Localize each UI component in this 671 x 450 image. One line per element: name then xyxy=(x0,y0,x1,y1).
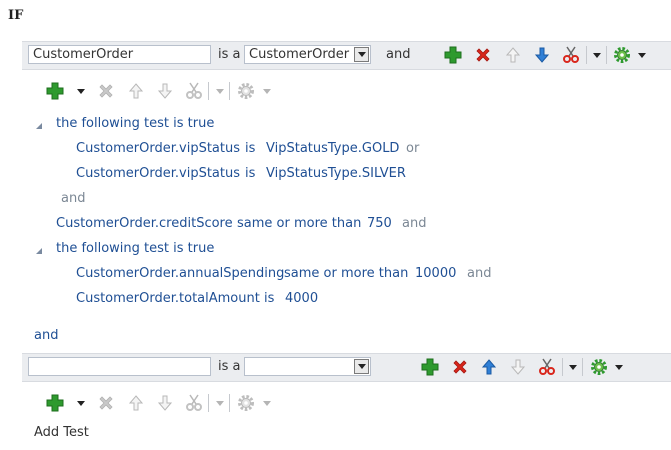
group-2-label[interactable]: the following test is true xyxy=(56,241,214,256)
test-operator[interactable]: is xyxy=(245,141,255,156)
condition-row-2: is a xyxy=(22,353,671,382)
cut-icon[interactable] xyxy=(562,46,580,64)
toolbar-separator xyxy=(208,82,209,100)
gear-dropdown-arrow-icon[interactable] xyxy=(614,358,624,376)
add-icon[interactable] xyxy=(421,358,439,376)
test-conjunction[interactable]: or xyxy=(406,141,419,156)
cut-icon xyxy=(186,82,202,99)
test-operator[interactable]: same or more than xyxy=(237,216,361,231)
test-left-operand[interactable]: CustomerOrder.totalAmount xyxy=(76,291,260,306)
condition-1-is-a-label: is a xyxy=(218,47,241,62)
move-up-icon xyxy=(128,83,144,99)
collapse-triangle-icon[interactable] xyxy=(36,248,42,254)
gear-icon[interactable] xyxy=(590,358,608,376)
test-left-operand[interactable]: CustomerOrder.creditScore xyxy=(56,216,233,231)
add-test-dropdown-arrow-icon[interactable] xyxy=(76,82,86,100)
toolbar-separator xyxy=(208,394,209,412)
add-test-icon[interactable] xyxy=(46,394,64,412)
move-down-icon xyxy=(157,83,173,99)
test-right-operand[interactable]: 10000 xyxy=(415,266,456,281)
condition-2-field-input[interactable] xyxy=(28,357,211,376)
toolbar-separator xyxy=(606,46,607,64)
condition-2-type-select[interactable] xyxy=(244,357,371,376)
delete-icon[interactable] xyxy=(474,46,492,64)
chevron-down-icon[interactable] xyxy=(354,47,369,62)
add-test-link[interactable]: Add Test xyxy=(34,425,89,440)
if-label: IF xyxy=(8,8,24,23)
dropdown-arrow-icon xyxy=(215,394,225,412)
condition-conjunction[interactable]: and xyxy=(34,328,58,343)
test-right-operand[interactable]: VipStatusType.SILVER xyxy=(266,166,406,181)
group-1-label[interactable]: the following test is true xyxy=(56,116,214,131)
add-test-dropdown-arrow-icon[interactable] xyxy=(76,394,86,412)
test-operator[interactable]: is xyxy=(245,166,255,181)
dropdown-arrow-icon xyxy=(215,82,225,100)
add-test-icon[interactable] xyxy=(46,82,64,100)
test-operator[interactable]: is xyxy=(264,291,274,306)
move-up-icon xyxy=(128,395,144,411)
test-left-operand[interactable]: CustomerOrder.vipStatus xyxy=(76,141,240,156)
test-operator[interactable]: same or more than xyxy=(284,266,408,281)
condition-1-field-input[interactable]: CustomerOrder xyxy=(28,45,211,64)
move-down-icon xyxy=(510,359,526,375)
dropdown-arrow-icon[interactable] xyxy=(568,358,578,376)
condition-1-type-select[interactable]: CustomerOrder xyxy=(244,45,371,64)
gear-icon[interactable] xyxy=(613,46,631,64)
delete-icon xyxy=(99,396,113,410)
group-conjunction[interactable]: and xyxy=(61,191,85,206)
test-right-operand[interactable]: 4000 xyxy=(285,291,318,306)
dropdown-arrow-icon[interactable] xyxy=(592,46,602,64)
move-down-icon[interactable] xyxy=(533,46,551,64)
delete-icon[interactable] xyxy=(451,358,469,376)
toolbar-separator xyxy=(562,358,563,376)
move-down-icon xyxy=(157,395,173,411)
toolbar-separator xyxy=(586,46,587,64)
move-up-icon xyxy=(505,47,521,63)
test-left-operand[interactable]: CustomerOrder.annualSpending xyxy=(76,266,284,281)
move-up-icon[interactable] xyxy=(480,358,498,376)
gear-icon xyxy=(238,83,254,99)
condition-2-is-a-label: is a xyxy=(218,359,241,374)
toolbar-separator xyxy=(229,394,230,412)
collapse-triangle-icon[interactable] xyxy=(36,123,42,129)
test-conjunction[interactable]: and xyxy=(467,266,491,281)
gear-dropdown-arrow-icon[interactable] xyxy=(637,46,647,64)
condition-row-1: CustomerOrder is a CustomerOrder and xyxy=(22,41,671,70)
gear-dropdown-arrow-icon xyxy=(262,394,272,412)
cut-icon xyxy=(186,394,202,411)
gear-dropdown-arrow-icon xyxy=(262,82,272,100)
toolbar-separator xyxy=(229,82,230,100)
toolbar-separator xyxy=(582,358,583,376)
condition-1-and-label: and xyxy=(386,47,411,62)
chevron-down-icon[interactable] xyxy=(354,359,369,374)
delete-icon xyxy=(99,84,113,98)
cut-icon[interactable] xyxy=(538,358,556,376)
condition-1-type-value: CustomerOrder xyxy=(249,47,350,62)
test-right-operand[interactable]: VipStatusType.GOLD xyxy=(266,141,399,156)
test-left-operand[interactable]: CustomerOrder.vipStatus xyxy=(76,166,240,181)
add-icon[interactable] xyxy=(444,46,462,64)
test-right-operand[interactable]: 750 xyxy=(367,216,392,231)
test-conjunction[interactable]: and xyxy=(402,216,426,231)
gear-icon xyxy=(238,395,254,411)
